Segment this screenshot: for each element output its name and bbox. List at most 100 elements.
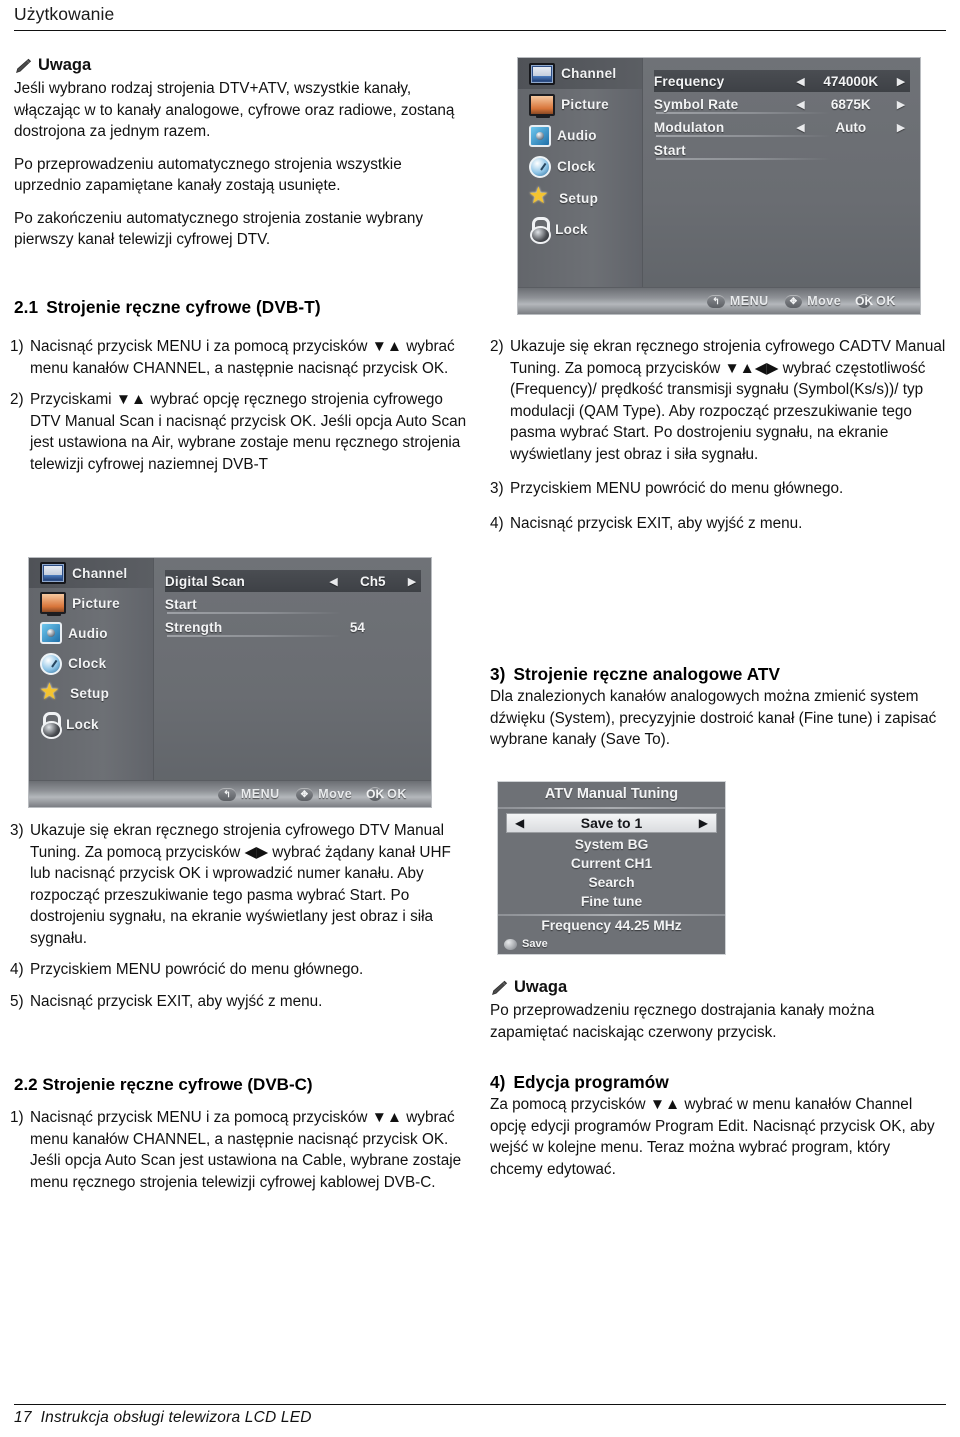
left-arrow-icon[interactable]: ◀ bbox=[796, 75, 804, 88]
step-text: Nacisnąć przycisk EXIT, aby wyjść z menu… bbox=[30, 992, 323, 1010]
step-marker: 4) bbox=[490, 514, 504, 532]
step-marker: 4) bbox=[10, 961, 24, 978]
osd-sidebar-item-setup[interactable]: Setup bbox=[518, 182, 642, 214]
step-marker: 3) bbox=[490, 480, 504, 497]
right-arrow-icon[interactable]: ▶ bbox=[408, 575, 416, 588]
atv-row-search[interactable]: Search bbox=[498, 873, 725, 892]
clock-icon bbox=[40, 652, 63, 675]
right-arrow-icon[interactable]: ▶ bbox=[897, 98, 905, 111]
osd-sidebar-item-channel[interactable]: Channel bbox=[518, 58, 642, 90]
osd-sidebar-label: Setup bbox=[70, 686, 110, 702]
setup-star-icon bbox=[528, 182, 553, 209]
note-top-paragraph-1: Jeśli wybrano rodzaj strojenia DTV+ATV, … bbox=[14, 80, 455, 140]
step-text: Przyciskami ▼▲ wybrać opcję ręcznego str… bbox=[30, 391, 467, 473]
section-2-1-heading: 2.1 Strojenie ręczne cyfrowe (DVB-T) bbox=[14, 297, 469, 318]
row-underline bbox=[655, 158, 831, 161]
left-arrow-icon[interactable]: ◀ bbox=[796, 98, 804, 111]
osd-row-frequency[interactable]: Frequency ◀ 474000K ▶ bbox=[653, 70, 911, 93]
osd-sidebar-label: Audio bbox=[557, 128, 597, 144]
osd-sidebar-item-lock[interactable]: Lock bbox=[29, 709, 153, 740]
audio-icon bbox=[40, 622, 63, 645]
section-3-block: 3) Strojenie ręczne analogowe ATV Dla zna… bbox=[490, 664, 945, 751]
osd-row-start[interactable]: Start bbox=[165, 593, 422, 615]
channel-icon bbox=[529, 62, 556, 85]
clock-icon bbox=[529, 155, 552, 178]
left-arrow-icon[interactable]: ◀ bbox=[515, 816, 524, 830]
osd-main-panel: Digital Scan ◀ Ch5 ▶ Start Strength 54 bbox=[154, 558, 431, 780]
osd-body: Channel Picture Audio Clock Setup bbox=[518, 58, 920, 287]
manual-page: Użytkowanie Uwaga Jeśli wybrano rodzaj s… bbox=[0, 0, 960, 1437]
header-divider bbox=[14, 30, 946, 31]
lock-icon bbox=[529, 217, 552, 245]
right-arrow-icon[interactable]: ▶ bbox=[897, 121, 905, 134]
footer-title: Instrukcja obsługi telewizora LCD LED bbox=[40, 1409, 312, 1426]
osd-row-label: Symbol Rate bbox=[653, 96, 739, 112]
note-bottom-heading-text: Uwaga bbox=[514, 978, 568, 996]
note-bottom-body: Po przeprowadzeniu ręcznego dostrajania … bbox=[490, 1002, 875, 1041]
section-3-title: Strojenie ręczne analogowe ATV bbox=[513, 664, 781, 684]
osd-sidebar-item-setup[interactable]: Setup bbox=[29, 678, 153, 709]
osd-row-symbol-rate[interactable]: Symbol Rate ◀ 6875K ▶ bbox=[654, 93, 911, 115]
osd-sidebar-item-audio[interactable]: Audio bbox=[518, 120, 642, 151]
section-3-number: 3) bbox=[490, 664, 506, 684]
section-2-1-steps-cont: 3) Ukazuje się ekran ręcznego strojenia c… bbox=[10, 820, 470, 1022]
section-2-2-heading: 2.2 Strojenie ręczne cyfrowe (DVB-C) bbox=[14, 1075, 469, 1095]
list-item: 2) Ukazuje się ekran ręcznego strojenia c… bbox=[490, 336, 948, 465]
list-item: 1) Nacisnąć przycisk MENU i za pomocą prz… bbox=[10, 336, 470, 379]
osd-main-panel: Frequency ◀ 474000K ▶ Symbol Rate ◀ 6875… bbox=[643, 58, 920, 287]
hint-move[interactable]: ✥ Move bbox=[784, 294, 842, 308]
osd-sidebar-label: Channel bbox=[561, 66, 617, 82]
note-top-paragraph-3: Po zakończeniu automatycznego strojenia … bbox=[14, 209, 423, 249]
osd-sidebar-item-channel[interactable]: Channel bbox=[29, 558, 153, 589]
osd-sidebar-item-clock[interactable]: Clock bbox=[518, 151, 642, 182]
osd-row-value: Auto bbox=[835, 119, 867, 135]
osd-row-start[interactable]: Start bbox=[654, 139, 911, 161]
hint-move[interactable]: ✥ Move bbox=[295, 787, 353, 801]
osd-sidebar-item-lock[interactable]: Lock bbox=[518, 214, 642, 245]
hint-ok[interactable]: OK OK bbox=[855, 294, 896, 308]
hint-label: OK bbox=[876, 294, 896, 308]
osd-sidebar-item-clock[interactable]: Clock bbox=[29, 649, 153, 679]
hint-menu[interactable]: ↰ MENU bbox=[218, 787, 279, 801]
return-icon: ↰ bbox=[218, 787, 236, 801]
atv-save-label: Save bbox=[522, 938, 548, 950]
picture-icon bbox=[40, 592, 67, 617]
pencil-icon bbox=[490, 980, 508, 996]
atv-save-hint[interactable]: Save bbox=[498, 936, 725, 953]
step-marker: 5) bbox=[10, 992, 24, 1010]
atv-row-current[interactable]: Current CH1 bbox=[498, 854, 725, 873]
row-underline bbox=[166, 612, 342, 615]
osd-sidebar-label: Picture bbox=[72, 595, 120, 611]
osd-sidebar-label: Setup bbox=[559, 190, 599, 206]
osd-sidebar-label: Channel bbox=[72, 565, 128, 581]
list-item: 4) Przyciskiem MENU powrócić do menu głów… bbox=[10, 959, 470, 981]
right-arrow-icon[interactable]: ▶ bbox=[699, 816, 708, 830]
osd-sidebar-item-audio[interactable]: Audio bbox=[29, 618, 153, 648]
left-arrow-icon[interactable]: ◀ bbox=[329, 575, 337, 588]
step-text: Nacisnąć przycisk EXIT, aby wyjść z menu… bbox=[510, 514, 803, 532]
right-arrow-icon[interactable]: ▶ bbox=[897, 75, 905, 88]
step-text: Przyciskiem MENU powrócić do menu główne… bbox=[30, 961, 364, 978]
section-2-1-steps: 1) Nacisnąć przycisk MENU i za pomocą prz… bbox=[10, 336, 470, 485]
osd-row-modulation[interactable]: Modulaton ◀ Auto ▶ bbox=[654, 116, 911, 138]
atv-row-fine-tune[interactable]: Fine tune bbox=[498, 892, 725, 911]
osd-sidebar-item-picture[interactable]: Picture bbox=[518, 89, 642, 120]
atv-save-to-selector[interactable]: ◀ Save to 1 ▶ bbox=[506, 813, 717, 833]
step-text: Nacisnąć przycisk MENU i za pomocą przyc… bbox=[30, 338, 455, 377]
osd-sidebar-label: Clock bbox=[557, 159, 596, 175]
hint-menu[interactable]: ↰ MENU bbox=[707, 294, 768, 308]
ok-icon: OK bbox=[366, 786, 385, 801]
list-item: 3) Ukazuje się ekran ręcznego strojenia c… bbox=[10, 820, 470, 949]
hint-ok[interactable]: OK OK bbox=[366, 786, 407, 801]
dvbc-steps: 2) Ukazuje się ekran ręcznego strojenia c… bbox=[490, 336, 948, 544]
list-item: 3) Przyciskiem MENU powrócić do menu głów… bbox=[490, 478, 948, 500]
osd-sidebar-item-picture[interactable]: Picture bbox=[29, 588, 153, 618]
atv-row-system[interactable]: System BG bbox=[498, 835, 725, 854]
page-number: 17 bbox=[14, 1409, 32, 1426]
page-header-title: Użytkowanie bbox=[14, 4, 115, 24]
section-4-number: 4) bbox=[490, 1072, 506, 1092]
left-arrow-icon[interactable]: ◀ bbox=[796, 121, 804, 134]
section-2-1-title: Strojenie ręczne cyfrowe (DVB-T) bbox=[46, 297, 321, 317]
step-marker: 2) bbox=[490, 338, 504, 355]
osd-row-digital-scan[interactable]: Digital Scan ◀ Ch5 ▶ bbox=[164, 570, 422, 593]
